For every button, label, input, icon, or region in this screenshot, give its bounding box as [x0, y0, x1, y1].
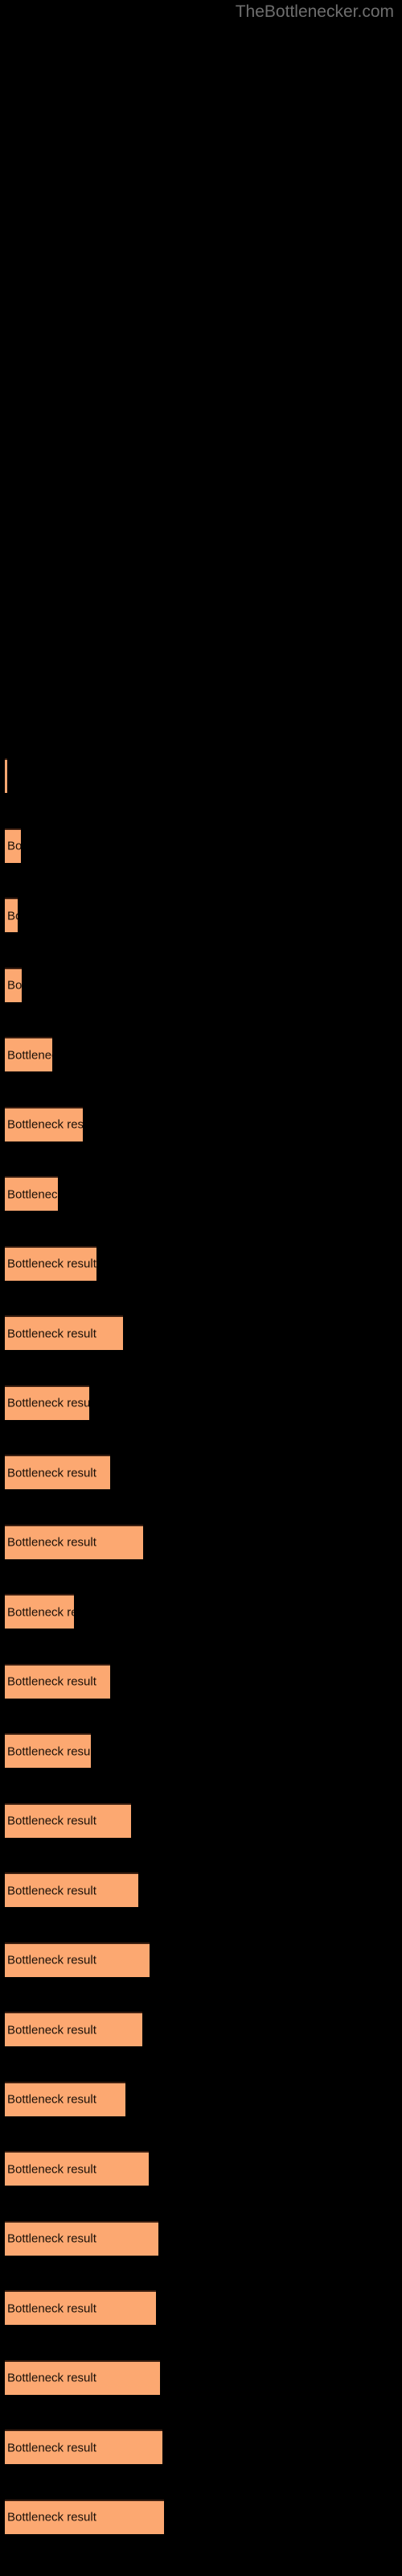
bar-10: Bottleneck result: [5, 1455, 110, 1489]
bar-label: Bottleneck result: [7, 1605, 74, 1619]
bar-4: Bottleneck result: [5, 1037, 52, 1071]
bar-7: Bottleneck result: [5, 1245, 96, 1281]
bar-23: Bottleneck result: [5, 2359, 160, 2395]
bar-14: Bottleneck result: [5, 1733, 91, 1768]
bar-21: Bottleneck result: [5, 2220, 158, 2256]
bottleneck-chart: TheBottlenecker.com Bottleneck resultBot…: [0, 0, 402, 2576]
bar-19: Bottleneck result: [5, 2081, 125, 2116]
bar-label: Bottleneck result: [7, 1884, 96, 1897]
bar-label: Bottleneck result: [7, 1674, 96, 1689]
bar-label: Bottleneck result: [7, 2023, 96, 2037]
bar-22: Bottleneck result: [5, 2290, 156, 2325]
bar-16: Bottleneck result: [5, 1872, 138, 1907]
bar-label: Bottleneck result: [7, 1117, 83, 1132]
bar-label: Bottleneck result: [7, 1953, 96, 1967]
bar-label: Bottleneck result: [7, 1466, 96, 1480]
bar-11: Bottleneck result: [5, 1524, 143, 1559]
bar-label: Bottleneck result: [7, 978, 22, 993]
bar-series: Bottleneck result Bottleneck result Bottle…: [0, 0, 402, 2576]
bar-1: Bottleneck result: [5, 828, 21, 863]
bar-5: Bottleneck result: [5, 1106, 83, 1141]
bar-label: Bottleneck result: [7, 2231, 96, 2246]
bar-label: Bottleneck result: [7, 2092, 96, 2107]
bar-label: Bottleneck result: [7, 1048, 52, 1062]
bar-25: Bottleneck result: [5, 2499, 164, 2534]
bar-label: Bottleneck result: [7, 1814, 96, 1828]
bar-label: Bottleneck result: [7, 2510, 96, 2524]
bar-label: Bottleneck result: [7, 1257, 96, 1271]
bar-0: Bottleneck result: [5, 758, 7, 793]
bar-3: Bottleneck result: [5, 967, 22, 1002]
bar-12: Bottleneck result: [5, 1594, 74, 1629]
bar-label: Bottleneck result: [7, 1327, 96, 1340]
bar-20: Bottleneck result: [5, 2151, 149, 2186]
bar-24: Bottleneck result: [5, 2429, 162, 2464]
bar-label: Bottleneck result: [7, 1744, 91, 1758]
bar-13: Bottleneck result: [5, 1663, 110, 1699]
bar-9: Bottleneck result: [5, 1385, 89, 1420]
bar-15: Bottleneck result: [5, 1802, 131, 1838]
bar-8: Bottleneck result: [5, 1315, 123, 1350]
bar-label: Bottleneck result: [7, 2301, 96, 2315]
bar-label: Bottleneck result: [7, 2371, 96, 2385]
bar-label: Bottleneck result: [7, 2162, 96, 2176]
bar-2: Bottleneck result: [5, 898, 18, 932]
bar-6: Bottleneck result: [5, 1176, 58, 1211]
bar-label: Bottleneck result: [7, 1535, 96, 1550]
bar-label: Bottleneck result: [7, 1396, 89, 1410]
bar-label: Bottleneck result: [7, 1187, 58, 1201]
bar-label: Bottleneck result: [7, 909, 18, 923]
bar-label: Bottleneck result: [7, 839, 21, 853]
bar-17: Bottleneck result: [5, 1942, 150, 1977]
bar-18: Bottleneck result: [5, 2012, 142, 2046]
bar-label: Bottleneck result: [7, 2441, 96, 2454]
